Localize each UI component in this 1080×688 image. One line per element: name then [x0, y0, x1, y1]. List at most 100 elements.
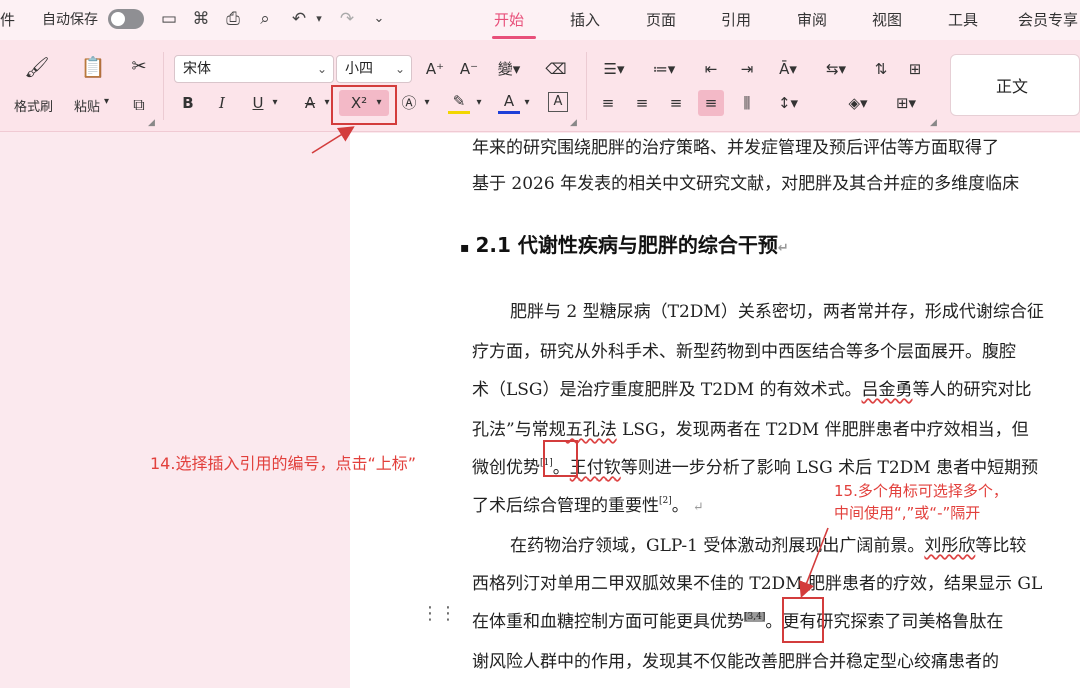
- doc-line: 年来的研究围绕肥胖的治疗策略、并发症管理及预后评估等方面取得了: [472, 138, 999, 158]
- tab-tools[interactable]: 工具: [948, 0, 978, 40]
- line-break-icon[interactable]: ⇆▾: [820, 58, 852, 80]
- style-normal-label: 正文: [996, 77, 1029, 96]
- paragraph-mark-icon: ↵: [777, 241, 789, 256]
- strikethrough-button[interactable]: A: [300, 92, 320, 114]
- highlight-icon[interactable]: ✎: [448, 92, 470, 114]
- distributed-align-icon[interactable]: ⫼: [736, 92, 758, 114]
- justify-icon[interactable]: ≡: [698, 90, 724, 116]
- italic-button[interactable]: I: [212, 92, 232, 114]
- citation-highlight-box: [543, 440, 578, 477]
- cut-icon[interactable]: ✂: [128, 56, 150, 78]
- underline-button[interactable]: U: [248, 92, 268, 114]
- section-heading-text: 2.1 代谢性疾病与肥胖的综合干预: [475, 233, 778, 257]
- line-spacing-icon[interactable]: ↕▾: [772, 92, 804, 114]
- doc-line: 术（LSG）是治疗重度肥胖及 T2DM 的有效术式。吕金勇等人的研究对比: [472, 380, 1032, 400]
- bold-button[interactable]: B: [178, 92, 198, 114]
- shrink-font-icon[interactable]: A⁻: [458, 58, 480, 80]
- clear-format-icon[interactable]: ⌫: [545, 58, 567, 80]
- link-icon[interactable]: ⌘: [190, 8, 212, 30]
- tab-review[interactable]: 审阅: [797, 0, 827, 40]
- paragraph-launcher-icon[interactable]: ◢: [930, 118, 937, 128]
- doc-line: 疗方面，研究从外科手术、新型药物到中西医结合等多个层面展开。腹腔: [472, 342, 1016, 362]
- align-right-icon[interactable]: ≡: [666, 92, 686, 114]
- phonetic-guide-icon[interactable]: 變▾: [494, 58, 524, 80]
- print-preview-icon[interactable]: ⌕: [254, 8, 276, 30]
- clipboard-launcher-icon[interactable]: ◢: [148, 118, 155, 128]
- paste-icon[interactable]: 📋: [80, 56, 106, 78]
- multi-citation-highlight-box: [782, 597, 824, 643]
- separator: [586, 52, 587, 120]
- citation-superscript[interactable]: [2]: [659, 496, 672, 506]
- paste-dropdown-icon[interactable]: ▾: [104, 96, 109, 107]
- font-color-dropdown-icon[interactable]: ▾: [520, 92, 534, 114]
- doc-line: 谢风险人群中的作用，发现其不仅能改善肥胖合并稳定型心绞痛患者的: [472, 652, 999, 672]
- selected-citation[interactable]: [3,4]: [744, 612, 766, 622]
- doc-line: 孔法”与常规五孔法 LSG，发现两者在 T2DM 伴肥胖患者中疗效相当，但: [472, 420, 1029, 440]
- decrease-indent-icon[interactable]: ⇤: [700, 58, 722, 80]
- redo-icon[interactable]: ↷: [336, 8, 358, 30]
- tab-view[interactable]: 视图: [872, 0, 902, 40]
- doc-line: 了术后综合管理的重要性[2]。 ↵: [472, 496, 704, 516]
- active-tab-indicator: [492, 36, 536, 39]
- align-left-icon[interactable]: ≡: [598, 92, 618, 114]
- font-family-value: 宋体: [183, 61, 211, 77]
- annotation-step14: 14.选择插入引用的编号，点击“上标”: [150, 454, 417, 473]
- grow-font-icon[interactable]: A⁺: [424, 58, 446, 80]
- shading-icon[interactable]: ◈▾: [842, 92, 874, 114]
- paste-button[interactable]: 粘贴: [74, 96, 100, 115]
- highlight-dropdown-icon[interactable]: ▾: [472, 92, 486, 114]
- align-center-icon[interactable]: ≡: [632, 92, 652, 114]
- tab-reference[interactable]: 引用: [721, 0, 751, 40]
- char-border-icon[interactable]: A: [548, 92, 568, 112]
- heading-bullet-icon: ▪: [460, 240, 470, 256]
- chevron-down-icon: ⌄: [394, 62, 405, 76]
- separator: [163, 52, 164, 120]
- font-size-select[interactable]: 小四 ⌄: [336, 55, 412, 83]
- font-size-value: 小四: [345, 61, 373, 77]
- sort-icon[interactable]: ⇅: [870, 58, 892, 80]
- paragraph-mark-icon: ↵: [688, 500, 704, 515]
- doc-line: 在药物治疗领域，GLP-1 受体激动剂展现出广阔前景。刘彤欣等比较: [510, 536, 1027, 556]
- doc-line: 在体重和血糖控制方面可能更具优势[3,4]。更有研究探索了司美格鲁肽在: [472, 612, 1004, 632]
- numbered-list-icon[interactable]: ≔▾: [648, 58, 680, 80]
- increase-indent-icon[interactable]: ⇥: [736, 58, 758, 80]
- drag-handle-icon[interactable]: ⋮⋮: [421, 605, 457, 623]
- undo-icon[interactable]: ↶: [288, 8, 310, 30]
- doc-line: 肥胖与 2 型糖尿病（T2DM）关系密切，两者常并存，形成代谢综合征: [510, 302, 1044, 322]
- file-menu-fragment[interactable]: 件: [0, 0, 15, 40]
- text-effect-icon[interactable]: Ⓐ: [398, 92, 420, 114]
- font-launcher-icon[interactable]: ◢: [570, 118, 577, 128]
- chevron-down-icon: ⌄: [316, 62, 327, 76]
- autosave-label: 自动保存: [42, 12, 98, 28]
- left-margin-area: [0, 133, 350, 688]
- annotation-step15-line1: 15.多个角标可选择多个，: [834, 482, 1008, 500]
- show-marks-icon[interactable]: ⊞: [904, 58, 926, 80]
- doc-line: 基于 2026 年发表的相关中文研究文献，对肥胖及其合并症的多维度临床: [472, 174, 1020, 194]
- style-normal[interactable]: 正文: [950, 54, 1080, 116]
- underline-dropdown-icon[interactable]: ▾: [268, 92, 282, 114]
- more-chevron-icon[interactable]: ⌄: [368, 8, 390, 30]
- annotation-step15-line2: 中间使用“,”或“-”隔开: [834, 504, 981, 522]
- tab-page[interactable]: 页面: [646, 0, 676, 40]
- undo-dropdown-icon[interactable]: ▾: [308, 8, 330, 30]
- document-page[interactable]: 年来的研究围绕肥胖的治疗策略、并发症管理及预后评估等方面取得了 基于 2026 …: [350, 133, 1080, 688]
- text-direction-icon[interactable]: Ā▾: [772, 58, 804, 80]
- menu-bar: 件 自动保存 ▭ ⌘ ⎙ ⌕ ↶ ▾ ↷ ⌄ 开始 插入 页面 引用 审阅 视图…: [0, 0, 1080, 40]
- format-painter-icon[interactable]: 🖌: [24, 56, 50, 78]
- print-icon[interactable]: ⎙: [222, 8, 244, 30]
- font-color-icon[interactable]: A: [498, 92, 520, 114]
- borders-icon[interactable]: ⊞▾: [890, 92, 922, 114]
- save-icon[interactable]: ▭: [158, 8, 180, 30]
- text-effect-dropdown-icon[interactable]: ▾: [420, 92, 434, 114]
- tab-member[interactable]: 会员专享: [1018, 0, 1078, 40]
- autosave-toggle[interactable]: [108, 9, 144, 29]
- doc-line: 西格列汀对单用二甲双胍效果不佳的 T2DM 肥胖患者的疗效，结果显示 GL: [472, 574, 1043, 594]
- section-heading: ▪ 2.1 代谢性疾病与肥胖的综合干预↵: [460, 229, 789, 258]
- format-painter-button[interactable]: 格式刷: [14, 96, 53, 115]
- superscript-highlight-box: [331, 85, 397, 125]
- bullet-list-icon[interactable]: ☰▾: [598, 58, 630, 80]
- font-family-select[interactable]: 宋体 ⌄: [174, 55, 334, 83]
- tab-insert[interactable]: 插入: [570, 0, 600, 40]
- copy-icon[interactable]: ⧉: [128, 94, 150, 116]
- tab-home[interactable]: 开始: [494, 0, 524, 40]
